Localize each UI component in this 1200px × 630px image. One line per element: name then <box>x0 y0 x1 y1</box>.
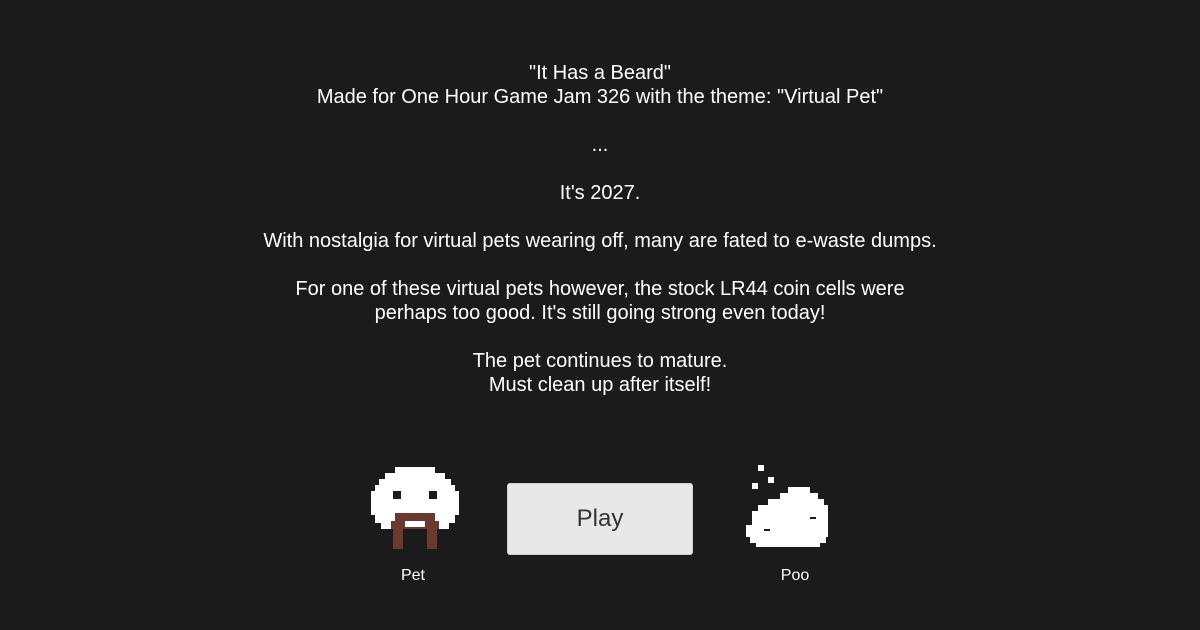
nostalgia-line: With nostalgia for virtual pets wearing … <box>263 230 937 252</box>
poo-icon <box>746 465 828 547</box>
clean-line: Must clean up after itself! <box>488 374 712 396</box>
mature-line: The pet continues to mature. <box>472 350 728 372</box>
coin-cells-line-1: For one of these virtual pets however, t… <box>295 278 905 300</box>
poo-label: Poo <box>780 567 810 584</box>
poo-sprite <box>746 465 830 549</box>
pet-label: Pet <box>400 567 425 584</box>
bearded-pet-icon <box>371 467 459 549</box>
coin-cells-line-2: perhaps too good. It's still going stron… <box>374 302 826 324</box>
pet-sprite <box>371 467 459 551</box>
year-line: It's 2027. <box>559 182 641 204</box>
jam-subtitle: Made for One Hour Game Jam 326 with the … <box>316 86 884 108</box>
intro-text-block: "It Has a Beard" Made for One Hour Game … <box>0 61 1200 397</box>
play-button[interactable]: Play <box>507 483 693 555</box>
ellipsis-line: ... <box>591 134 609 156</box>
game-title: "It Has a Beard" <box>528 62 672 84</box>
